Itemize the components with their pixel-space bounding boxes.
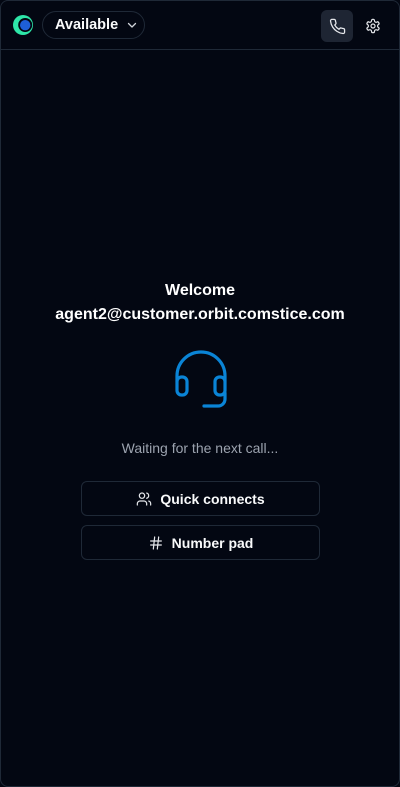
welcome-block: Welcome agent2@customer.orbit.comstice.c…	[1, 279, 399, 327]
gear-icon	[366, 18, 380, 34]
number-pad-button[interactable]: Number pad	[81, 525, 320, 560]
settings-button[interactable]	[357, 10, 389, 42]
hash-icon	[148, 535, 164, 551]
waiting-status-text: Waiting for the next call...	[121, 440, 279, 456]
quick-connects-label: Quick connects	[160, 490, 265, 507]
number-pad-label: Number pad	[171, 534, 254, 551]
app-logo-icon	[13, 15, 33, 35]
agent-status-label: Available	[55, 16, 119, 33]
welcome-title: Welcome	[165, 282, 235, 299]
chevron-down-icon	[126, 19, 138, 31]
phone-icon	[329, 18, 345, 34]
users-icon	[136, 491, 152, 507]
agent-status-dropdown[interactable]: Available	[42, 11, 145, 39]
phone-button[interactable]	[321, 10, 353, 42]
app-window: Available Welcome agent2@customer.orbit.…	[0, 0, 400, 787]
agent-email: agent2@customer.orbit.comstice.com	[55, 306, 345, 323]
headset-icon	[175, 350, 227, 408]
quick-connects-button[interactable]: Quick connects	[81, 481, 320, 516]
top-bar: Available	[1, 1, 399, 50]
